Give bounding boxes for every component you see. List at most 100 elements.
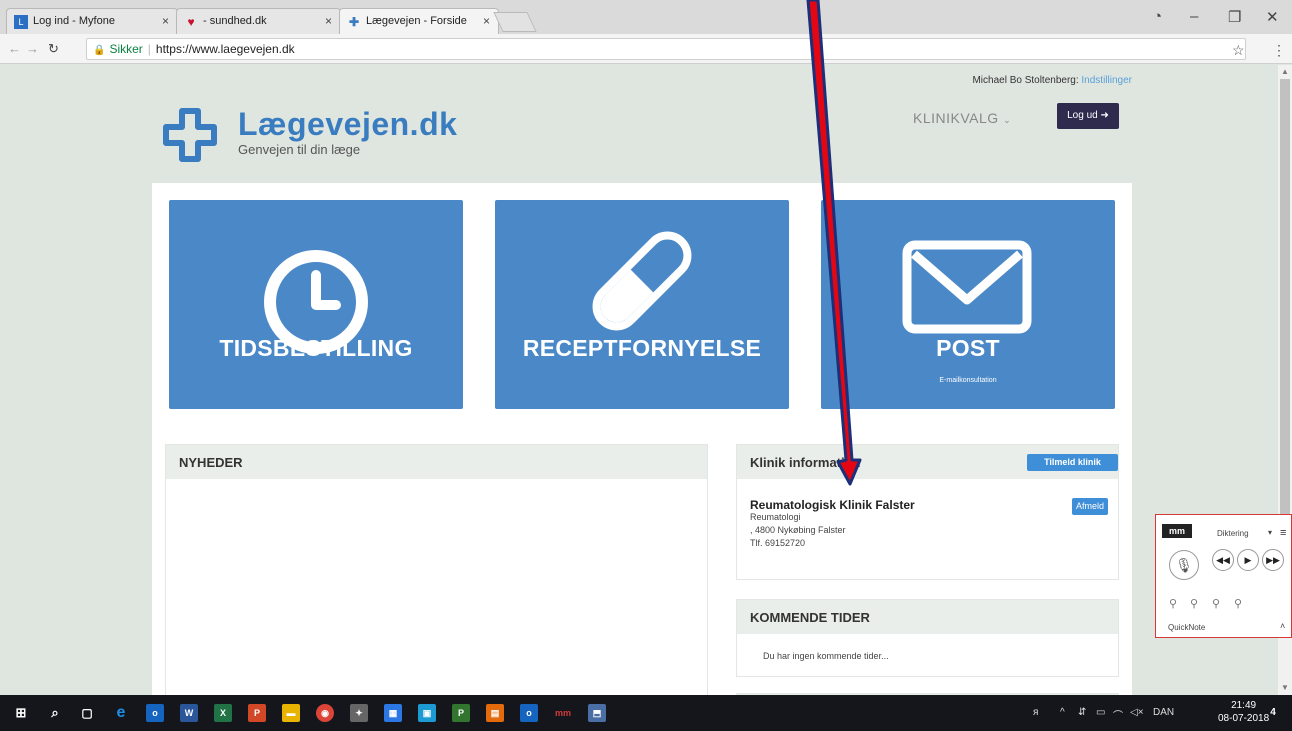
- tab-title: - sundhed.dk: [203, 15, 267, 27]
- lock-icon: 🔒: [93, 45, 106, 56]
- back-icon[interactable]: ←: [8, 41, 21, 56]
- pill-icon: [592, 231, 692, 331]
- tile-tidsbestilling[interactable]: TIDSBESTILLING: [169, 200, 463, 409]
- outlook-icon[interactable]: o: [146, 704, 164, 722]
- logout-button[interactable]: Log ud ➜: [1057, 103, 1119, 129]
- chrome-icon[interactable]: ◉: [316, 704, 334, 722]
- mic-small-4-icon[interactable]: ⚲: [1234, 597, 1242, 610]
- quicknote-label[interactable]: QuickNote: [1168, 623, 1205, 632]
- outlook-icon[interactable]: o: [520, 704, 538, 722]
- mic-small-2-icon[interactable]: ⚲: [1190, 597, 1198, 610]
- news-panel: NYHEDER: [165, 444, 708, 695]
- forward-icon[interactable]: ▶▶: [1262, 549, 1284, 571]
- tab-laegevejen[interactable]: ✚ Lægevejen - Forside ×: [339, 8, 499, 34]
- address-input[interactable]: 🔒 Sikker | https://www.laegevejen.dk: [86, 38, 1246, 60]
- mic-small-1-icon[interactable]: ⚲: [1169, 597, 1177, 610]
- user-info: Michael Bo Stoltenberg: Indstillinger: [972, 75, 1132, 86]
- tile-receptfornyelse[interactable]: RECEPTFORNYELSE: [495, 200, 789, 409]
- envelope-icon: [902, 240, 1032, 334]
- myfone-favicon-icon: L: [14, 15, 28, 29]
- file-explorer-icon[interactable]: ▬: [282, 704, 300, 722]
- logout-label: Log ud: [1067, 110, 1098, 121]
- max-manus-logo: mm: [1162, 524, 1192, 538]
- caret-down-icon[interactable]: ▾: [1268, 528, 1272, 537]
- clinic-address: , 4800 Nykøbing Falster: [750, 525, 846, 535]
- app-icon[interactable]: ⬒: [588, 704, 606, 722]
- cross-favicon-icon: ✚: [348, 15, 360, 29]
- battery-icon[interactable]: ▭: [1096, 707, 1105, 718]
- new-tab-button[interactable]: [493, 12, 537, 32]
- user-name: Michael Bo Stoltenberg:: [972, 75, 1079, 86]
- forward-icon[interactable]: →: [26, 41, 39, 56]
- menu-icon[interactable]: ≡: [1280, 527, 1286, 539]
- rewind-icon[interactable]: ◀◀: [1212, 549, 1234, 571]
- tab-myfone[interactable]: L Log ind - Myfone ×: [6, 8, 178, 34]
- project-icon[interactable]: P: [452, 704, 470, 722]
- logo-cross-icon[interactable]: [162, 107, 218, 163]
- logo-title[interactable]: Lægevejen.dk: [238, 106, 457, 143]
- max-manus-taskbar-icon[interactable]: mm: [554, 704, 572, 722]
- tile-post[interactable]: POST E-mailkonsultation: [821, 200, 1115, 409]
- klinikvalg-dropdown[interactable]: KLINIKVALG ⌄: [913, 110, 1011, 126]
- tray-app-icon[interactable]: ⇵: [1078, 707, 1086, 718]
- scroll-up-icon[interactable]: ▲: [1281, 67, 1289, 76]
- settings-link[interactable]: Indstillinger: [1081, 75, 1132, 86]
- menu-icon[interactable]: ⋮: [1272, 42, 1286, 59]
- tab-sundhed[interactable]: ♥ - sundhed.dk ×: [176, 8, 341, 34]
- profile-icon[interactable]: ◔: [1153, 8, 1162, 25]
- powerpoint-icon[interactable]: P: [248, 704, 266, 722]
- mic-small-3-icon[interactable]: ⚲: [1212, 597, 1220, 610]
- excel-icon[interactable]: X: [214, 704, 232, 722]
- close-tab-icon[interactable]: ×: [162, 14, 169, 28]
- clock[interactable]: 21:49 08-07-2018: [1218, 699, 1269, 725]
- no-upcoming-text: Du har ingen kommende tider...: [763, 651, 889, 661]
- windows-start-icon[interactable]: ⊞: [12, 704, 30, 722]
- tab-title: Log ind - Myfone: [33, 15, 115, 27]
- tile-label: POST: [936, 335, 1000, 361]
- windows-taskbar: ⊞ ⌕ ▢ e o W X P ▬ ◉ ✦ ▦ ▣ P ▤ o mm ⬒ ᴙ ^…: [0, 695, 1292, 731]
- logo-subtitle: Genvejen til din læge: [238, 142, 361, 157]
- close-tab-icon[interactable]: ×: [325, 14, 332, 28]
- notification-count: 4: [1270, 707, 1276, 718]
- edge-icon[interactable]: e: [112, 704, 130, 722]
- clock-time: 21:49: [1231, 700, 1257, 711]
- tab-title: Lægevejen - Forside: [366, 15, 467, 27]
- page-viewport: Michael Bo Stoltenberg: Indstillinger Læ…: [0, 65, 1278, 695]
- word-icon[interactable]: W: [180, 704, 198, 722]
- collapse-icon[interactable]: ˄: [1280, 621, 1285, 631]
- klinikvalg-label: KLINIKVALG: [913, 110, 999, 126]
- upcoming-panel: KOMMENDE TIDER Du har ingen kommende tid…: [736, 599, 1119, 677]
- tile-sublabel: E-mailkonsultation: [939, 377, 997, 384]
- volume-icon[interactable]: ◁×: [1130, 707, 1144, 718]
- secure-label: Sikker: [109, 42, 143, 56]
- microphone-icon[interactable]: 🎙: [1169, 550, 1199, 580]
- clinic-phone: Tlf. 69152720: [750, 538, 806, 548]
- close-tab-icon[interactable]: ×: [483, 14, 490, 28]
- maximize-icon[interactable]: ❐: [1228, 8, 1241, 26]
- dictation-widget: mm Diktering ▾ ≡ 🎙 ◀◀ ▶ ▶▶ ⚲ ⚲ ⚲ ⚲ Quick…: [1155, 514, 1292, 638]
- show-hidden-icon[interactable]: ^: [1060, 707, 1065, 718]
- reload-icon[interactable]: ↻: [48, 41, 59, 57]
- clinic-specialty: Reumatologi: [750, 512, 801, 522]
- app-icon[interactable]: ▦: [384, 704, 402, 722]
- people-icon[interactable]: ᴙ: [1033, 707, 1038, 718]
- app-icon[interactable]: ▤: [486, 704, 504, 722]
- unsubscribe-button[interactable]: Afmeld: [1072, 498, 1108, 515]
- main-content: TIDSBESTILLING RECEPTFORNYELSE POST E-ma…: [152, 183, 1132, 695]
- language-indicator[interactable]: DAN: [1153, 707, 1174, 718]
- bookmark-star-icon[interactable]: ☆: [1232, 42, 1245, 59]
- app-icon[interactable]: ✦: [350, 704, 368, 722]
- app-icon[interactable]: ▣: [418, 704, 436, 722]
- signup-clinic-button[interactable]: Tilmeld klinik: [1027, 454, 1118, 471]
- notifications-icon[interactable]: 4: [1264, 704, 1282, 722]
- close-window-icon[interactable]: ✕: [1266, 8, 1279, 26]
- task-view-icon[interactable]: ▢: [78, 704, 96, 722]
- minimize-icon[interactable]: –: [1190, 8, 1198, 25]
- tile-label: TIDSBESTILLING: [219, 335, 413, 361]
- search-icon[interactable]: ⌕: [46, 704, 64, 722]
- news-title: NYHEDER: [166, 445, 707, 479]
- play-icon[interactable]: ▶: [1237, 549, 1259, 571]
- scroll-down-icon[interactable]: ▼: [1281, 683, 1289, 692]
- address-toolbar: ← → ↻ 🔒 Sikker | https://www.laegevejen.dk …: [0, 34, 1292, 64]
- network-icon[interactable]: ⌒: [1113, 707, 1123, 722]
